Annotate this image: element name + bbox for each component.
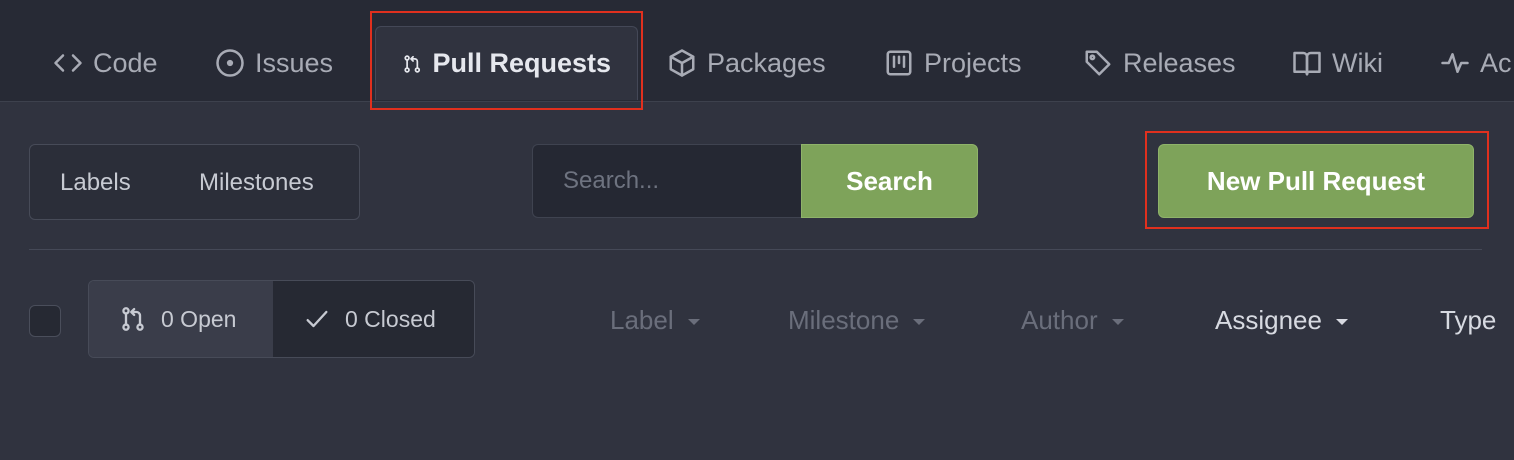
issue-circle-icon <box>216 49 244 77</box>
author-filter-text: Author <box>1021 305 1098 335</box>
tab-releases[interactable]: Releases <box>1083 26 1236 100</box>
tab-packages-label: Packages <box>707 47 826 78</box>
tab-code-label: Code <box>93 47 158 78</box>
tab-projects-label: Projects <box>924 47 1022 78</box>
assignee-filter-text: Assignee <box>1215 305 1322 335</box>
milestone-filter-text: Milestone <box>788 305 900 335</box>
code-icon <box>54 54 82 72</box>
assignee-filter-dropdown[interactable]: Assignee <box>1215 305 1348 336</box>
labels-link[interactable]: Labels <box>60 169 131 197</box>
milestone-filter-dropdown[interactable]: Milestone <box>788 305 926 336</box>
tab-packages[interactable]: Packages <box>667 26 826 100</box>
labels-milestones-menu: Labels Milestones <box>29 144 360 220</box>
package-box-icon <box>669 49 695 77</box>
book-icon <box>1293 51 1321 76</box>
caret-down-icon <box>1335 318 1348 325</box>
pull-request-icon <box>122 307 144 331</box>
type-filter-text: Type <box>1440 305 1497 335</box>
tab-wiki[interactable]: Wiki <box>1292 26 1383 100</box>
label-filter-dropdown[interactable]: Label <box>610 305 700 336</box>
pulse-icon <box>1441 53 1469 73</box>
open-state-button[interactable]: 0 Open <box>89 281 273 357</box>
tab-pull-requests[interactable]: Pull Requests <box>375 26 638 100</box>
type-filter-dropdown[interactable]: Type <box>1440 305 1496 336</box>
new-pull-request-button[interactable]: New Pull Request <box>1158 144 1474 218</box>
tag-icon <box>1085 50 1111 76</box>
closed-count-label: 0 Closed <box>345 305 436 332</box>
closed-state-button[interactable]: 0 Closed <box>273 281 474 357</box>
search-button[interactable]: Search <box>801 144 978 218</box>
tab-issues-label: Issues <box>255 47 334 78</box>
project-board-icon <box>886 50 912 76</box>
caret-down-icon <box>1111 318 1124 325</box>
check-icon <box>306 310 328 328</box>
repo-tab-bar: Code Issues Pull Requests Packages Proje… <box>0 0 1514 102</box>
tab-releases-label: Releases <box>1123 47 1236 78</box>
tab-code[interactable]: Code <box>53 26 158 100</box>
tab-pull-requests-label: Pull Requests <box>432 48 611 78</box>
milestones-link[interactable]: Milestones <box>199 169 314 197</box>
pull-request-icon <box>404 54 421 73</box>
tab-activity-label: Ac <box>1480 47 1512 78</box>
open-count-label: 0 Open <box>161 305 237 332</box>
tab-projects[interactable]: Projects <box>884 26 1022 100</box>
tab-activity[interactable]: Ac <box>1440 26 1512 100</box>
divider <box>29 249 1482 250</box>
tab-issues[interactable]: Issues <box>215 26 333 100</box>
select-all-checkbox[interactable] <box>29 305 61 337</box>
caret-down-icon <box>687 318 700 325</box>
tab-wiki-label: Wiki <box>1332 47 1383 78</box>
caret-down-icon <box>913 318 926 325</box>
search-input[interactable] <box>532 144 802 218</box>
state-filter-group: 0 Open 0 Closed <box>88 280 475 358</box>
author-filter-dropdown[interactable]: Author <box>1021 305 1124 336</box>
label-filter-text: Label <box>610 305 674 335</box>
